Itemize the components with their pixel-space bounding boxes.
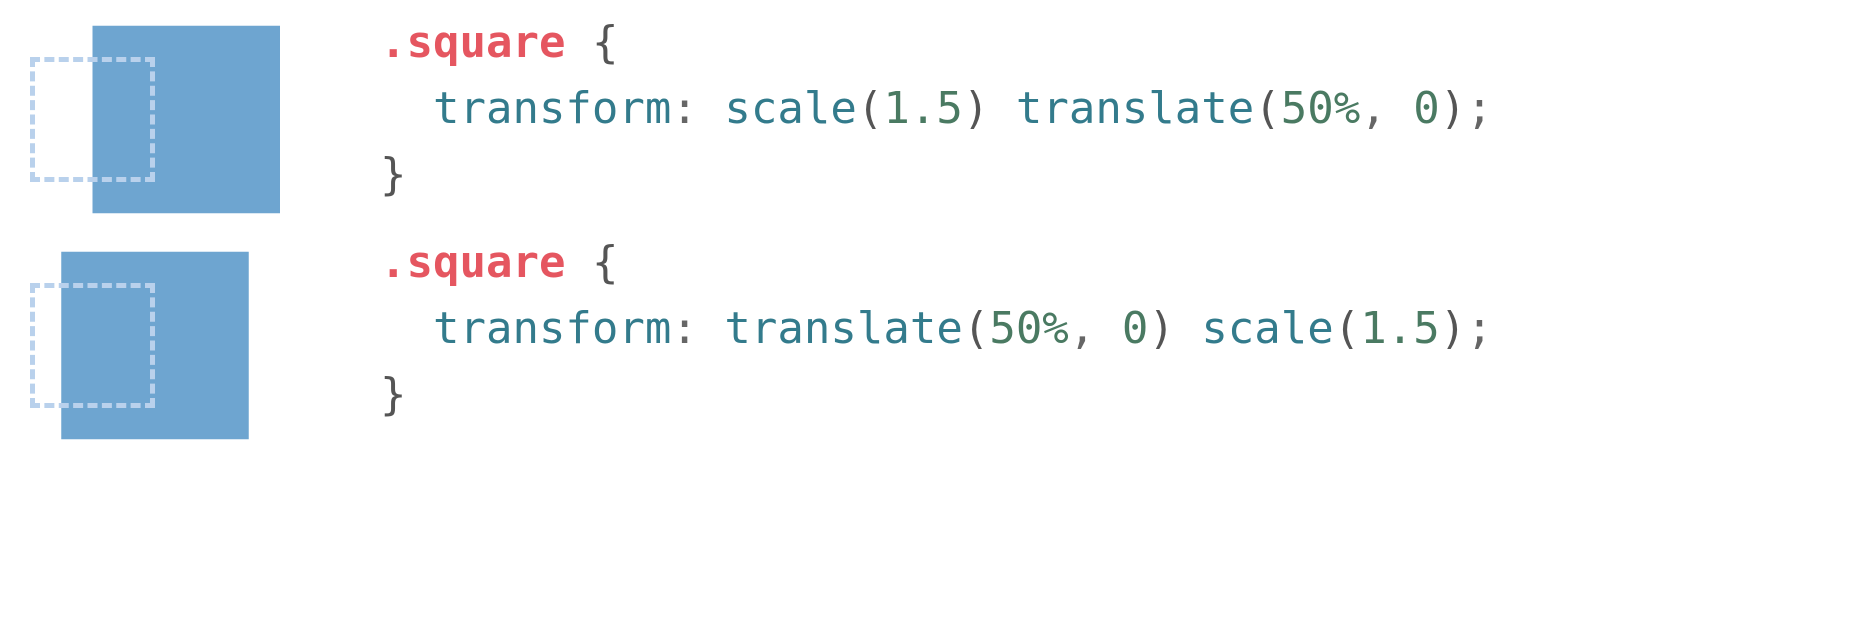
arg2b-1: 0 [1413, 83, 1440, 134]
lparen-2a: ( [963, 303, 990, 354]
arg2-2: 1.5 [1360, 303, 1439, 354]
example-row-2: .square { transform: translate(50%, 0) s… [20, 230, 1850, 460]
visual-demo-2 [20, 230, 300, 460]
func1-1: scale [724, 83, 856, 134]
rparen-2a: ) [1148, 303, 1175, 354]
comma-2: , [1069, 303, 1096, 354]
func2-2: scale [1201, 303, 1333, 354]
lparen-1b: ( [1254, 83, 1281, 134]
original-square-outline-1 [30, 57, 155, 182]
visual-demo-1 [20, 10, 300, 230]
original-square-outline-2 [30, 283, 155, 408]
selector-1: .square [380, 17, 565, 68]
func1-2: translate [724, 303, 962, 354]
rparen-1b: ) [1440, 83, 1467, 134]
code-block-1: .square { transform: scale(1.5) translat… [380, 10, 1493, 208]
rparen-1a: ) [963, 83, 990, 134]
func2-1: translate [1016, 83, 1254, 134]
arg1b-2: 0 [1122, 303, 1149, 354]
semi-2: ; [1466, 303, 1493, 354]
close-brace-2: } [380, 369, 407, 420]
open-brace-1: { [592, 17, 619, 68]
colon-1: : [671, 83, 698, 134]
colon-2: : [671, 303, 698, 354]
selector-2: .square [380, 237, 565, 288]
code-block-2: .square { transform: translate(50%, 0) s… [380, 230, 1493, 428]
comma-1: , [1360, 83, 1387, 134]
lparen-1a: ( [857, 83, 884, 134]
property-2: transform [433, 303, 671, 354]
example-row-1: .square { transform: scale(1.5) translat… [20, 10, 1850, 230]
arg1a-2: 50% [989, 303, 1068, 354]
open-brace-2: { [592, 237, 619, 288]
arg2a-1: 50% [1281, 83, 1360, 134]
rparen-2b: ) [1440, 303, 1467, 354]
semi-1: ; [1466, 83, 1493, 134]
lparen-2b: ( [1334, 303, 1361, 354]
arg1-1: 1.5 [883, 83, 962, 134]
property-1: transform [433, 83, 671, 134]
close-brace-1: } [380, 149, 407, 200]
